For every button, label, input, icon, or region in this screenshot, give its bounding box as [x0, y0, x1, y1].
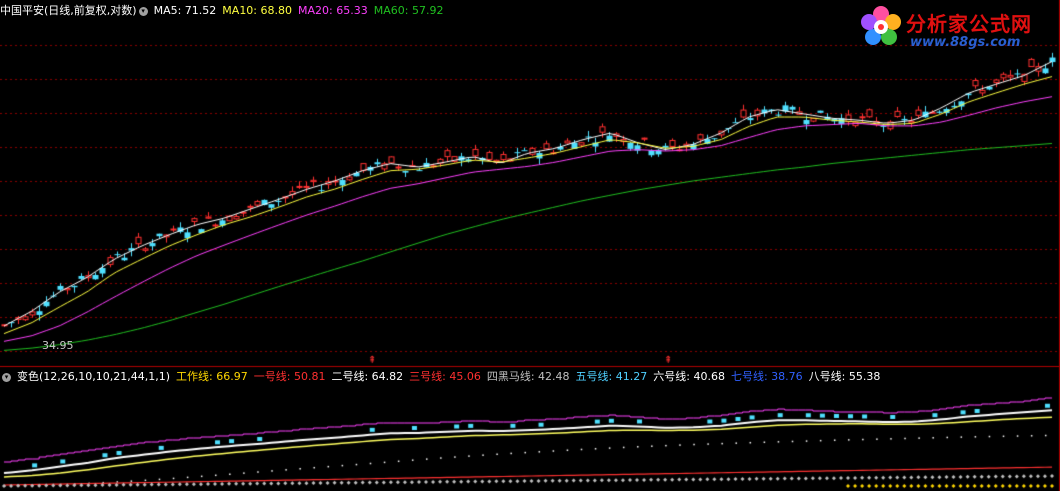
- indicator-line-7: 七号线: 38.76: [730, 370, 803, 383]
- indicator-header: ▾ 变色(12,26,10,10,21,44,1,1) 工作线: 66.97 一号线:…: [0, 370, 886, 384]
- indicator-name: 变色(12,26,10,10,21,44,1,1): [17, 370, 171, 383]
- indicator-line-6: 六号线: 40.68: [653, 370, 725, 383]
- low-price-label: 34.95: [42, 339, 74, 352]
- ma10-label: MA10: 68.80: [222, 4, 293, 17]
- indicator-line-0: 工作线: 66.97: [176, 370, 248, 383]
- settings-dropdown-icon[interactable]: ▾: [138, 6, 148, 16]
- logo-url: www.88gs.com: [910, 35, 1021, 50]
- indicator-line-3: 三号线: 45.06: [409, 370, 481, 383]
- indicator-line-8: 八号线: 55.38: [808, 370, 881, 383]
- main-chart-header: 中国平安(日线,前复权,对数) ▾ MA5: 71.52 MA10: 68.80 MA2…: [0, 4, 449, 18]
- indicator-line-4: 四黑马线: 42.48: [486, 370, 570, 383]
- candlestick-chart[interactable]: [0, 0, 1060, 491]
- ma20-label: MA20: 65.33: [298, 4, 368, 17]
- watermark-logo: 分析家公式网 www.88gs.com: [854, 2, 1054, 56]
- flower-logo-icon: [861, 6, 901, 45]
- indicator-dropdown-icon[interactable]: ▾: [2, 372, 11, 382]
- indicator-line-2: 二号线: 64.82: [331, 370, 404, 383]
- indicator-line-1: 一号线: 50.81: [253, 370, 326, 383]
- chart-title: 中国平安(日线,前复权,对数): [0, 4, 137, 17]
- ma60-label: MA60: 57.92: [373, 4, 444, 17]
- ma5-label: MA5: 71.52: [153, 4, 217, 17]
- logo-name: 分析家公式网: [906, 12, 1032, 36]
- indicator-line-5: 五号线: 41.27: [575, 370, 648, 383]
